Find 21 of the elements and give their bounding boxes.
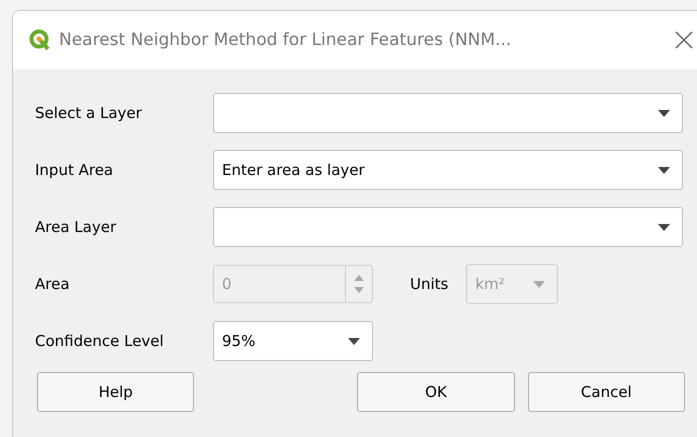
logo-icon (29, 29, 51, 51)
field-label: Area (35, 275, 71, 293)
field-label: Area Layer (35, 218, 118, 236)
dropdown[interactable]: 95% (213, 321, 373, 361)
caret-icon (658, 224, 670, 230)
dropdown[interactable]: Enter area as layer (213, 150, 683, 190)
dropdown[interactable] (213, 93, 683, 133)
dialog-button[interactable]: Cancel (528, 372, 685, 412)
caret-icon (348, 338, 360, 344)
dropdown[interactable] (213, 207, 683, 247)
field-label: Input Area (35, 161, 114, 179)
field-label: Select a Layer (35, 104, 143, 122)
window-title: Nearest Neighbor Method for Linear Features (NNM... (59, 30, 512, 50)
dialog-button[interactable]: OK (357, 372, 515, 412)
close-icon[interactable] (675, 31, 693, 49)
dialog-button[interactable]: Help (37, 372, 194, 412)
field-label: Confidence Level (35, 332, 165, 350)
caret-icon (658, 166, 670, 174)
caret-icon (658, 110, 670, 116)
field-label: Units (410, 275, 448, 293)
caret-icon (533, 280, 546, 288)
